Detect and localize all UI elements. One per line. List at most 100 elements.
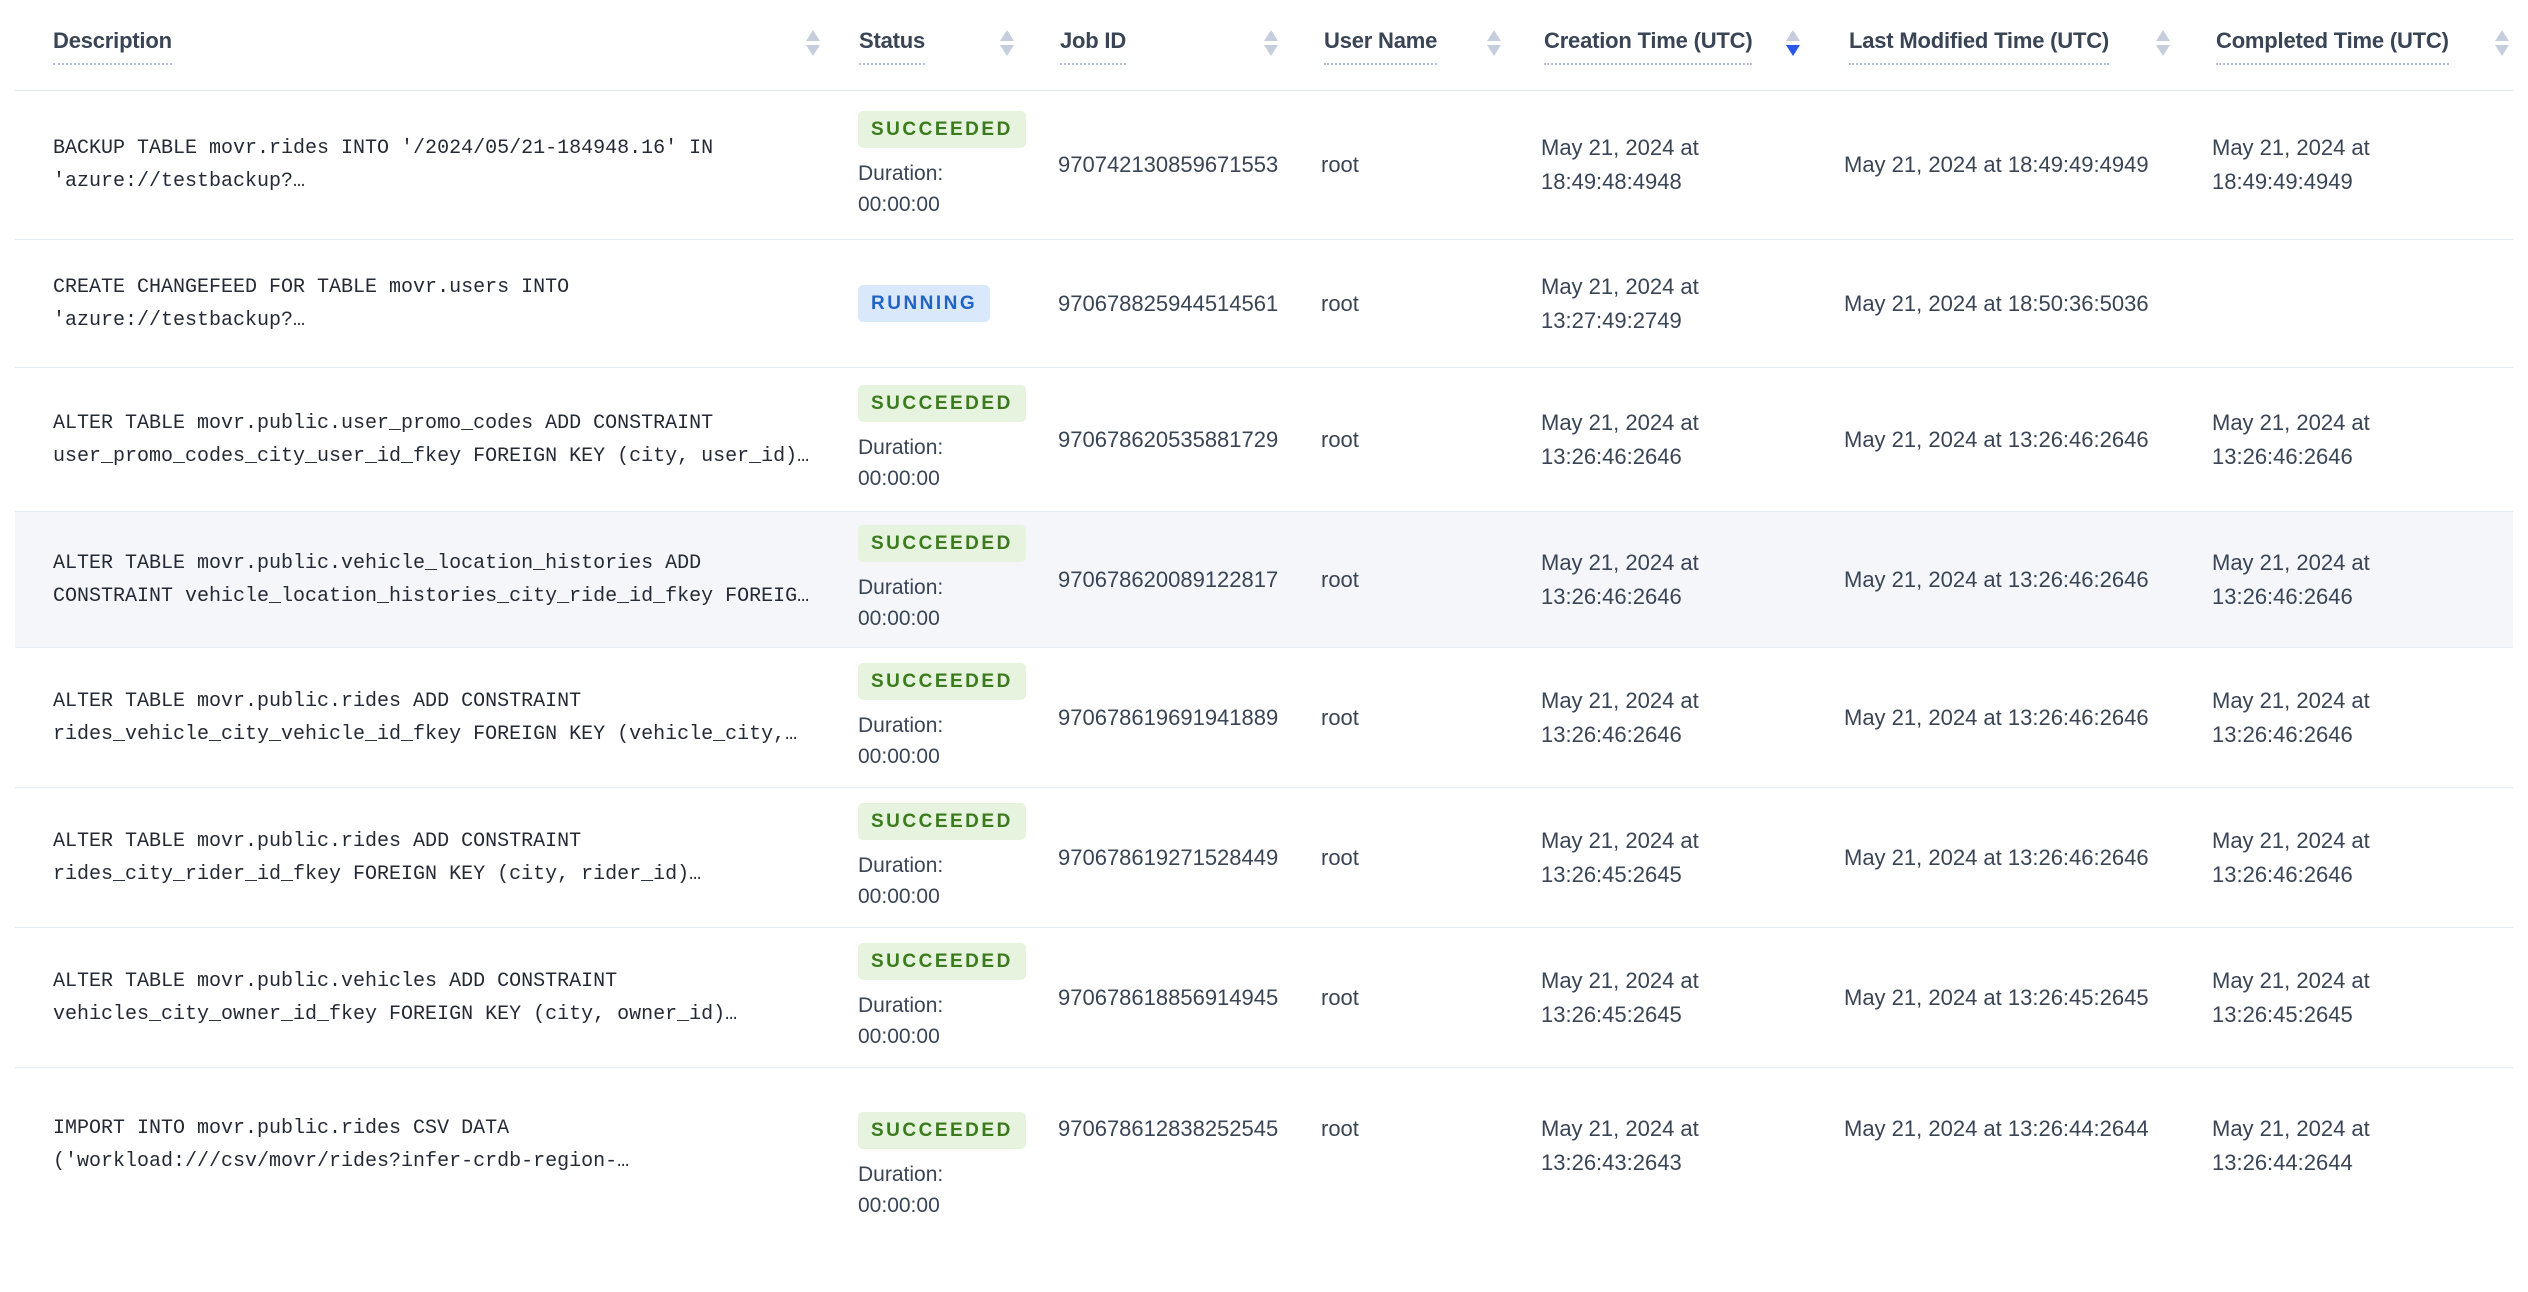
- user-name-value: root: [1321, 704, 1359, 730]
- last-modified-time-value: May 21, 2024 at 18:49:49:4949: [1844, 152, 2149, 177]
- job-id-cell: 970678619691941889: [1023, 648, 1287, 787]
- job-status-cell: SUCCEEDED Duration: 00:00:00: [829, 368, 1026, 511]
- user-name-value: root: [1321, 426, 1359, 452]
- status-badge: RUNNING: [858, 285, 991, 322]
- job-id-value: 970678612838252545: [1058, 1116, 1279, 1141]
- user-name-cell: root: [1287, 928, 1508, 1067]
- completed-time-value: May 21, 2024 at 13:26:46:2646: [2212, 409, 2370, 469]
- last-modified-time-value: May 21, 2024 at 13:26:45:2645: [1844, 984, 2149, 1010]
- duration-label: Duration:: [858, 436, 944, 459]
- job-description-link[interactable]: ALTER TABLE movr.public.vehicle_location…: [53, 547, 824, 613]
- job-description-cell: IMPORT INTO movr.public.rides CSV DATA (…: [15, 1068, 829, 1292]
- job-description-cell: ALTER TABLE movr.public.rides ADD CONSTR…: [15, 648, 829, 787]
- sort-arrows-icon[interactable]: [1000, 30, 1014, 57]
- column-header-description[interactable]: Description: [15, 0, 829, 90]
- column-header-status[interactable]: Status: [829, 0, 1023, 90]
- job-description-link[interactable]: ALTER TABLE movr.public.vehicles ADD CON…: [53, 965, 824, 1031]
- duration-value: 00:00:00: [858, 745, 940, 768]
- last-modified-time-cell: May 21, 2024 at 13:26:45:2645: [1808, 928, 2178, 1067]
- table-row: CREATE CHANGEFEED FOR TABLE movr.users I…: [15, 240, 2513, 368]
- completed-time-cell: May 21, 2024 at 13:26:45:2645: [2178, 928, 2513, 1067]
- job-status-cell: SUCCEEDED Duration: 00:00:00: [829, 91, 1026, 239]
- column-header-last-modified-time[interactable]: Last Modified Time (UTC): [1808, 0, 2178, 90]
- duration-value: 00:00:00: [858, 885, 940, 908]
- column-title: Status: [859, 28, 925, 65]
- completed-time-value: May 21, 2024 at 13:26:46:2646: [2212, 549, 2370, 609]
- job-id-cell: 970678618856914945: [1023, 928, 1287, 1067]
- table-row: ALTER TABLE movr.public.rides ADD CONSTR…: [15, 788, 2513, 928]
- column-header-job-id[interactable]: Job ID: [1023, 0, 1287, 90]
- sort-arrows-icon[interactable]: [1264, 30, 1278, 57]
- jobs-table-header: Description Status Job ID User Name Crea…: [15, 0, 2513, 91]
- sort-arrows-icon[interactable]: [1487, 30, 1501, 57]
- column-header-completed-time[interactable]: Completed Time (UTC): [2178, 0, 2513, 90]
- last-modified-time-cell: May 21, 2024 at 18:50:36:5036: [1808, 240, 2178, 367]
- user-name-cell: root: [1287, 788, 1508, 927]
- job-description-link[interactable]: BACKUP TABLE movr.rides INTO '/2024/05/2…: [53, 132, 824, 198]
- job-description-cell: ALTER TABLE movr.public.vehicle_location…: [15, 512, 829, 647]
- job-id-value: 970678619691941889: [1058, 704, 1279, 730]
- job-description-link[interactable]: ALTER TABLE movr.public.user_promo_codes…: [53, 407, 824, 473]
- duration-value: 00:00:00: [858, 467, 940, 490]
- job-id-cell: 970678612838252545: [1023, 1068, 1287, 1292]
- duration-value: 00:00:00: [858, 607, 940, 630]
- column-title: Job ID: [1060, 28, 1126, 65]
- table-row: BACKUP TABLE movr.rides INTO '/2024/05/2…: [15, 91, 2513, 240]
- sort-arrows-icon[interactable]: [1786, 30, 1800, 57]
- creation-time-cell: May 21, 2024 at 13:27:49:2749: [1508, 240, 1808, 367]
- last-modified-time-cell: May 21, 2024 at 18:49:49:4949: [1808, 91, 2178, 239]
- job-id-cell: 970678619271528449: [1023, 788, 1287, 927]
- job-id-cell: 970678620535881729: [1023, 368, 1287, 511]
- job-id-value: 970678619271528449: [1058, 844, 1279, 870]
- user-name-cell: root: [1287, 512, 1508, 647]
- job-description-link[interactable]: ALTER TABLE movr.public.rides ADD CONSTR…: [53, 825, 824, 891]
- last-modified-time-cell: May 21, 2024 at 13:26:46:2646: [1808, 788, 2178, 927]
- jobs-table-body: BACKUP TABLE movr.rides INTO '/2024/05/2…: [15, 91, 2513, 1292]
- completed-time-value: May 21, 2024 at 13:26:46:2646: [2212, 827, 2370, 887]
- user-name-cell: root: [1287, 648, 1508, 787]
- last-modified-time-cell: May 21, 2024 at 13:26:46:2646: [1808, 512, 2178, 647]
- completed-time-value: May 21, 2024 at 13:26:45:2645: [2212, 967, 2370, 1027]
- user-name-cell: root: [1287, 368, 1508, 511]
- sort-arrows-icon[interactable]: [2156, 30, 2170, 57]
- job-status-cell: SUCCEEDED Duration: 00:00:00: [829, 512, 1026, 647]
- column-title: Description: [53, 28, 172, 65]
- duration-label: Duration:: [858, 161, 944, 185]
- completed-time-cell: [2178, 240, 2513, 367]
- job-description-link[interactable]: ALTER TABLE movr.public.rides ADD CONSTR…: [53, 685, 824, 751]
- job-description-cell: ALTER TABLE movr.public.vehicles ADD CON…: [15, 928, 829, 1067]
- duration-value: 00:00:00: [858, 1025, 940, 1048]
- column-header-creation-time[interactable]: Creation Time (UTC): [1508, 0, 1808, 90]
- completed-time-cell: May 21, 2024 at 13:26:46:2646: [2178, 368, 2513, 511]
- creation-time-cell: May 21, 2024 at 13:26:45:2645: [1508, 928, 1808, 1067]
- job-id-value: 970678825944514561: [1058, 290, 1279, 316]
- job-id-value: 970678620089122817: [1058, 566, 1279, 592]
- job-description-link[interactable]: IMPORT INTO movr.public.rides CSV DATA (…: [53, 1112, 824, 1178]
- creation-time-value: May 21, 2024 at 13:26:43:2643: [1541, 1116, 1699, 1175]
- creation-time-value: May 21, 2024 at 13:26:46:2646: [1541, 409, 1699, 469]
- user-name-cell: root: [1287, 240, 1508, 367]
- last-modified-time-value: May 21, 2024 at 18:50:36:5036: [1844, 290, 2149, 316]
- completed-time-value: May 21, 2024 at 18:49:49:4949: [2212, 135, 2370, 194]
- job-status-cell: RUNNING: [829, 240, 1023, 367]
- last-modified-time-cell: May 21, 2024 at 13:26:46:2646: [1808, 368, 2178, 511]
- job-description-cell: BACKUP TABLE movr.rides INTO '/2024/05/2…: [15, 91, 829, 239]
- table-row: ALTER TABLE movr.public.vehicles ADD CON…: [15, 928, 2513, 1068]
- creation-time-value: May 21, 2024 at 13:26:46:2646: [1541, 687, 1699, 747]
- user-name-value: root: [1321, 844, 1359, 870]
- duration-label: Duration:: [858, 1163, 944, 1186]
- column-title: Completed Time (UTC): [2216, 28, 2449, 65]
- status-badge: SUCCEEDED: [858, 663, 1026, 700]
- column-header-user-name[interactable]: User Name: [1287, 0, 1508, 90]
- completed-time-cell: May 21, 2024 at 13:26:46:2646: [2178, 788, 2513, 927]
- completed-time-value: May 21, 2024 at 13:26:44:2644: [2212, 1116, 2370, 1175]
- user-name-value: root: [1321, 984, 1359, 1010]
- duration-label: Duration:: [858, 576, 944, 599]
- status-badge: SUCCEEDED: [858, 110, 1026, 148]
- sort-arrows-icon[interactable]: [2495, 30, 2509, 57]
- column-title: User Name: [1324, 28, 1437, 65]
- creation-time-cell: May 21, 2024 at 18:49:48:4948: [1508, 91, 1808, 239]
- last-modified-time-value: May 21, 2024 at 13:26:46:2646: [1844, 426, 2149, 452]
- sort-arrows-icon[interactable]: [806, 30, 820, 57]
- job-description-link[interactable]: CREATE CHANGEFEED FOR TABLE movr.users I…: [53, 271, 824, 337]
